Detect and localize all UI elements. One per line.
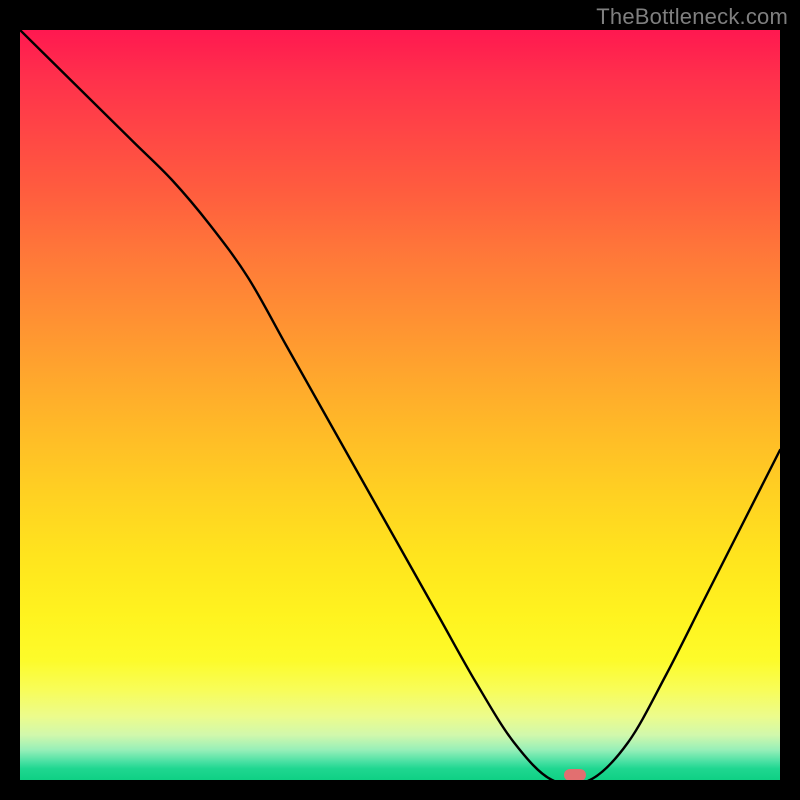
optimum-marker	[564, 769, 586, 780]
plot-area	[20, 30, 780, 780]
gradient-background	[20, 30, 780, 780]
chart-frame: TheBottleneck.com	[0, 0, 800, 800]
watermark-text: TheBottleneck.com	[596, 4, 788, 30]
